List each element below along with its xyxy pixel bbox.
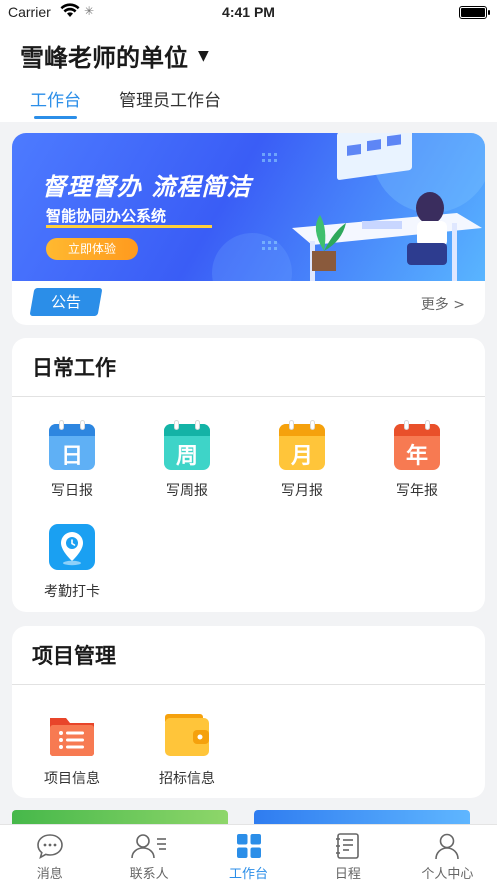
clock: 4:41 PM	[222, 4, 275, 20]
org-title: 雪峰老师的单位	[20, 44, 188, 72]
wallet-icon	[163, 710, 211, 758]
grid-icon	[199, 831, 298, 861]
write-annual-report-label: 写年报	[396, 483, 438, 499]
project-info-label: 项目信息	[44, 771, 100, 787]
write-daily-report[interactable]: 日 写日报	[22, 420, 122, 500]
notice-more-link[interactable]: 更多 >	[421, 294, 465, 314]
promo-banner[interactable]: 督理督办 流程简洁 智能协同办公系统 立即体验	[12, 133, 485, 281]
notice-row[interactable]: 公告 更多 >	[12, 281, 485, 325]
tab-workbench[interactable]: 工作台	[30, 86, 81, 119]
daily-work-card: 日常工作 日 写日报 周 写周报 月 写月报 年 写年报 考勤打卡	[12, 338, 485, 612]
tabbar-workbench-label: 工作台	[229, 867, 269, 882]
notice-badge: 公告	[29, 288, 103, 316]
caret-down-icon: ▼	[198, 47, 209, 64]
chat-bubble-icon	[0, 831, 99, 861]
attendance-check-in[interactable]: 考勤打卡	[22, 523, 122, 601]
calendar-week-glyph: 周	[175, 444, 198, 469]
write-weekly-report-label: 写周报	[166, 483, 208, 499]
calendar-year-glyph: 年	[405, 444, 428, 469]
banner-card: 督理督办 流程简洁 智能协同办公系统 立即体验 公告 更多 >	[12, 133, 485, 325]
tabbar-profile[interactable]: 个人中心	[398, 825, 497, 883]
tabbar-workbench[interactable]: 工作台	[199, 825, 298, 883]
tabbar-contacts-label: 联系人	[129, 867, 169, 882]
bidding-info[interactable]: 招标信息	[137, 710, 237, 788]
calendar-month-glyph: 月	[290, 444, 313, 469]
folder-list-icon	[48, 710, 96, 758]
divider	[12, 396, 485, 397]
header: 雪峰老师的单位 ▼ 工作台 管理员工作台	[0, 26, 497, 122]
calendar-day-icon: 日	[49, 420, 95, 470]
status-bar: Carrier ✳ 4:41 PM	[0, 0, 497, 26]
divider	[12, 684, 485, 685]
bottom-tab-bar: 消息 联系人 工作台 日程 个人中心	[0, 824, 497, 883]
notice-badge-label: 公告	[50, 293, 81, 311]
tabbar-messages[interactable]: 消息	[0, 825, 99, 883]
attendance-location-icon	[48, 523, 96, 571]
banner-title: 督理督办 流程简洁	[42, 173, 252, 201]
tabbar-messages-label: 消息	[36, 867, 63, 882]
tabbar-schedule[interactable]: 日程	[298, 825, 397, 883]
org-switcher[interactable]: 雪峰老师的单位 ▼	[20, 38, 209, 73]
tabbar-profile-label: 个人中心	[421, 867, 474, 882]
banner-subtitle: 智能协同办公系统	[46, 207, 167, 225]
banner-underline	[46, 225, 212, 228]
battery-icon	[459, 6, 490, 19]
calendar-day-glyph: 日	[60, 444, 83, 469]
project-info[interactable]: 项目信息	[22, 710, 122, 788]
tabbar-contacts[interactable]: 联系人	[99, 825, 198, 883]
bidding-info-label: 招标信息	[159, 771, 215, 787]
attendance-check-in-label: 考勤打卡	[44, 584, 100, 600]
section-title-daily-work: 日常工作	[32, 356, 116, 380]
tab-admin-workbench[interactable]: 管理员工作台	[119, 86, 221, 119]
try-now-button[interactable]: 立即体验	[46, 238, 138, 260]
write-annual-report[interactable]: 年 写年报	[367, 420, 467, 500]
calendar-week-icon: 周	[164, 420, 210, 470]
calendar-year-icon: 年	[394, 420, 440, 470]
write-weekly-report[interactable]: 周 写周报	[137, 420, 237, 500]
write-monthly-report-label: 写月报	[281, 483, 323, 499]
section-title-project-management: 项目管理	[32, 644, 116, 668]
write-monthly-report[interactable]: 月 写月报	[252, 420, 352, 500]
profile-icon	[398, 831, 497, 861]
top-tabs: 工作台 管理员工作台	[30, 86, 259, 119]
write-daily-report-label: 写日报	[51, 483, 93, 499]
schedule-icon	[298, 831, 397, 861]
contacts-icon	[99, 831, 198, 861]
tabbar-schedule-label: 日程	[334, 867, 361, 882]
calendar-month-icon: 月	[279, 420, 325, 470]
project-management-card: 项目管理 项目信息 招标信息	[12, 626, 485, 798]
